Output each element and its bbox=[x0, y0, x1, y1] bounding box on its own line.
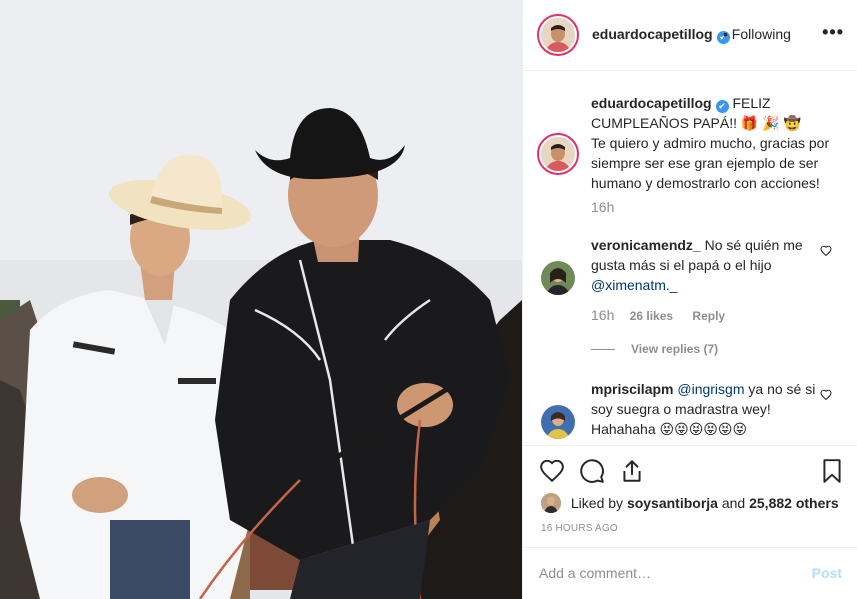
comment-mention[interactable]: @ingrisgm bbox=[677, 381, 744, 397]
header-separator: • bbox=[723, 26, 728, 42]
comment-icon[interactable] bbox=[579, 458, 605, 484]
likes-prefix: Liked by bbox=[570, 495, 624, 511]
comment-text: mpriscilapm @ingrisgm ya no sé si soy su… bbox=[591, 379, 831, 439]
commenter-avatar[interactable] bbox=[541, 405, 575, 439]
liker-username[interactable]: soysantiborja bbox=[627, 495, 718, 511]
author-username[interactable]: eduardocapetillog ✔ bbox=[592, 26, 730, 44]
comment-username[interactable]: veronicamendz_ bbox=[591, 237, 701, 253]
liker-avatar[interactable] bbox=[541, 493, 561, 513]
avatar-portrait-icon bbox=[541, 137, 575, 171]
add-comment-input[interactable] bbox=[539, 562, 789, 584]
avatar-portrait-icon bbox=[541, 493, 561, 513]
caption-avatar-image bbox=[541, 137, 575, 171]
comment-mention[interactable]: @ximenatm._ bbox=[591, 277, 678, 293]
heart-icon[interactable] bbox=[539, 458, 565, 484]
likes-summary: Liked by soysantiborja and 25,882 others bbox=[541, 493, 839, 513]
post-side-panel: eduardocapetillog ✔ • Following ••• eduar… bbox=[522, 0, 857, 599]
avatar-portrait-icon bbox=[541, 405, 575, 439]
author-avatar-image bbox=[541, 18, 575, 52]
comment-form: Post bbox=[523, 547, 857, 599]
caption-time[interactable]: 16h bbox=[591, 199, 614, 215]
commenter-avatar[interactable] bbox=[541, 261, 575, 295]
caption-username[interactable]: eduardocapetillog bbox=[591, 95, 712, 111]
post-photo[interactable] bbox=[0, 0, 522, 599]
avatar-portrait-icon bbox=[541, 18, 575, 52]
comment-likes[interactable]: 26 likes bbox=[630, 309, 673, 323]
caption-line-2: Te quiero y admiro mucho, gracias por si… bbox=[591, 135, 830, 191]
avatar-portrait-icon bbox=[541, 261, 575, 295]
likes-count[interactable]: 25,882 others bbox=[749, 495, 839, 511]
caption-text: eduardocapetillog ✔ FELIZ CUMPLEAÑOS PAPÁ… bbox=[591, 93, 831, 193]
share-icon[interactable] bbox=[619, 458, 645, 484]
view-replies-label[interactable]: View replies (7) bbox=[631, 342, 718, 356]
verified-badge-icon: ✔ bbox=[715, 100, 729, 113]
comment-time[interactable]: 16h bbox=[591, 307, 614, 323]
post-timestamp[interactable]: 16 HOURS AGO bbox=[541, 523, 618, 534]
comment-text: veronicamendz_ No sé quién me gusta más … bbox=[591, 235, 831, 295]
view-replies-line bbox=[591, 349, 615, 351]
reply-button[interactable]: Reply bbox=[692, 309, 725, 323]
likes-joiner: and bbox=[721, 495, 746, 511]
more-options-icon[interactable]: ••• bbox=[822, 22, 844, 43]
comment-like-heart-icon[interactable] bbox=[820, 389, 832, 401]
photo-illustration bbox=[0, 0, 522, 599]
view-replies-button[interactable]: View replies (7) bbox=[591, 342, 718, 356]
comment-username[interactable]: mpriscilapm bbox=[591, 381, 673, 397]
post-comment-button[interactable]: Post bbox=[812, 565, 842, 581]
post-actions: Liked by soysantiborja and 25,882 others… bbox=[523, 445, 857, 555]
comment-like-heart-icon[interactable] bbox=[820, 245, 832, 257]
post-header: eduardocapetillog ✔ • Following ••• bbox=[523, 0, 857, 71]
caption-avatar[interactable] bbox=[537, 133, 579, 175]
following-button[interactable]: Following bbox=[732, 26, 791, 42]
comments-list[interactable]: eduardocapetillog ✔ FELIZ CUMPLEAÑOS PAPÁ… bbox=[523, 71, 857, 445]
caption-meta: 16h bbox=[591, 199, 626, 215]
comment-meta: 16h 26 likes Reply bbox=[591, 307, 725, 323]
author-avatar[interactable] bbox=[537, 14, 579, 56]
bookmark-icon[interactable] bbox=[819, 458, 845, 484]
author-username-text[interactable]: eduardocapetillog bbox=[592, 26, 713, 42]
follow-status: • Following bbox=[723, 26, 791, 42]
